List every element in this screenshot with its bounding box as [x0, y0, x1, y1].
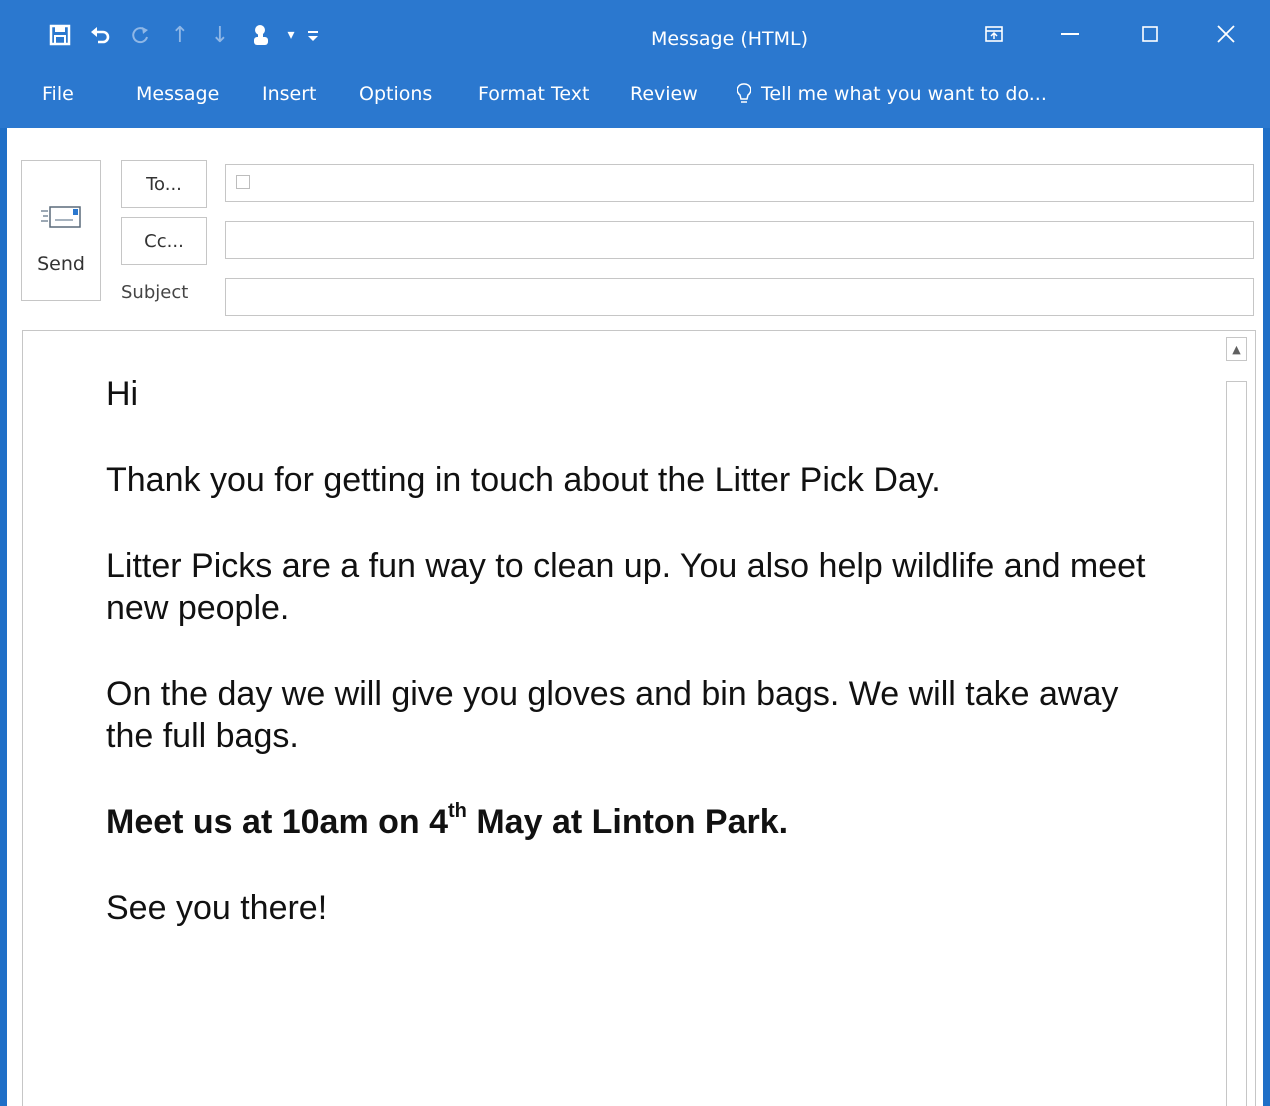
vertical-scrollbar[interactable]: ▲ — [1226, 337, 1247, 1106]
closing-text: See you there! — [106, 889, 328, 927]
tab-options[interactable]: Options — [359, 83, 432, 105]
tab-format-text[interactable]: Format Text — [478, 83, 589, 105]
minimize-button[interactable] — [1040, 14, 1100, 54]
scroll-track[interactable] — [1226, 381, 1247, 1106]
message-header: Send To... Cc... Subject — [7, 128, 1263, 328]
checkbox-icon — [236, 175, 250, 189]
tab-insert[interactable]: Insert — [262, 83, 317, 105]
subject-field[interactable] — [225, 278, 1254, 316]
to-button[interactable]: To... — [121, 160, 207, 208]
meeting-text-start: Meet us at 10am on 4 — [106, 803, 449, 841]
meeting-details-text: Meet us at 10am on 4th May at Linton Par… — [106, 801, 788, 843]
ribbon-tabs: File Message Insert Options Format Text … — [0, 66, 1270, 128]
subject-label: Subject — [121, 282, 189, 303]
send-button[interactable]: Send — [21, 160, 101, 301]
tab-review[interactable]: Review — [630, 83, 698, 105]
save-icon[interactable] — [40, 20, 80, 50]
lightbulb-icon — [736, 83, 752, 105]
ribbon-display-options-icon[interactable] — [964, 14, 1024, 54]
title-bar: ↑ ↓ ▾ Message (HTML) — [0, 0, 1270, 66]
meeting-text-end: May at Linton Park. — [466, 803, 789, 841]
customize-icon[interactable] — [302, 20, 324, 50]
message-body[interactable]: Hi Thank you for getting in touch about … — [22, 330, 1256, 1106]
dropdown-icon[interactable]: ▾ — [280, 20, 302, 50]
quick-access-toolbar: ↑ ↓ ▾ — [40, 20, 324, 50]
to-field[interactable] — [225, 164, 1254, 202]
window-title: Message (HTML) — [651, 28, 809, 50]
send-envelope-icon — [39, 203, 85, 233]
body-paragraph: Thank you for getting in touch about the… — [106, 461, 941, 499]
maximize-button[interactable] — [1120, 14, 1180, 54]
send-label: Send — [37, 253, 85, 275]
tell-me-search[interactable]: Tell me what you want to do... — [736, 83, 1047, 105]
up-arrow-icon[interactable]: ↑ — [160, 20, 200, 50]
ordinal-suffix: th — [448, 799, 467, 822]
body-paragraph: On the day we will give you gloves and b… — [106, 675, 1119, 755]
tab-file[interactable]: File — [42, 83, 74, 105]
redo-icon[interactable] — [120, 20, 160, 50]
cc-field[interactable] — [225, 221, 1254, 259]
cc-button[interactable]: Cc... — [121, 217, 207, 265]
scroll-up-icon[interactable]: ▲ — [1226, 337, 1247, 361]
close-button[interactable] — [1196, 14, 1256, 54]
undo-icon[interactable] — [80, 20, 120, 50]
tab-message[interactable]: Message — [136, 83, 219, 105]
greeting-text: Hi — [106, 375, 139, 413]
tell-me-label: Tell me what you want to do... — [761, 83, 1047, 105]
body-paragraph: Litter Picks are a fun way to clean up. … — [106, 547, 1146, 627]
down-arrow-icon[interactable]: ↓ — [200, 20, 240, 50]
touch-mode-icon[interactable] — [240, 20, 280, 50]
